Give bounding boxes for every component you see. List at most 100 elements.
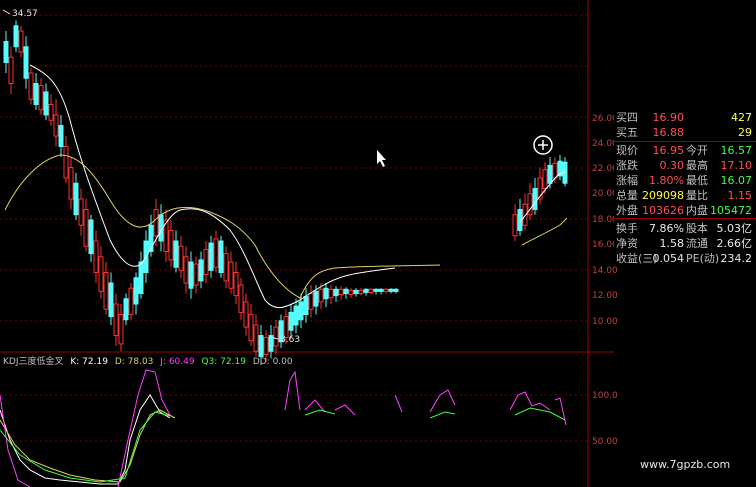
candlestick xyxy=(133,272,139,315)
quote-row: 换手 7.86% 股本 5.03亿 xyxy=(614,221,756,236)
candlestick xyxy=(8,46,14,94)
quote-label: 净资 xyxy=(616,237,638,250)
price-tick-label: 12.00 xyxy=(592,291,618,301)
quote-label: 总量 xyxy=(616,189,638,202)
kdj-j-value: J: 60.49 xyxy=(160,357,195,367)
ma-long-line-right xyxy=(521,217,568,246)
kdj-q3-value: Q3: 72.19 xyxy=(201,357,246,367)
quote-label-2: 内盘 xyxy=(686,204,708,217)
quote-value: 16.90 xyxy=(652,111,685,124)
price-grid xyxy=(0,14,588,322)
candlestick xyxy=(373,288,379,295)
quote-label: 涨幅 xyxy=(616,174,638,187)
candlestick xyxy=(273,319,279,355)
candlestick xyxy=(383,288,389,294)
candlestick xyxy=(253,314,259,357)
candlestick xyxy=(98,246,104,299)
candlestick xyxy=(3,31,9,73)
candlestick xyxy=(213,230,219,273)
quote-divider xyxy=(614,218,756,219)
candlestick xyxy=(53,99,59,147)
quote-row: 收益(三) 0.054 PE(动) 234.2 xyxy=(614,251,756,266)
kdj-d-line xyxy=(0,409,176,483)
quote-row: 买五 16.88 29 xyxy=(614,125,756,140)
price-tick-label: 14.00 xyxy=(592,266,618,276)
candlestick xyxy=(23,36,29,89)
quote-label: 买五 xyxy=(616,126,638,139)
candlestick xyxy=(363,288,369,296)
candlestick xyxy=(562,157,568,187)
kdj-indicator-label: KDJ三度低金叉 K: 72.19 D: 78.03 J: 60.49 Q3: … xyxy=(3,354,297,367)
candlestick xyxy=(243,293,249,336)
quote-row: 现价 16.95 今开 16.57 xyxy=(614,143,756,158)
candlestick xyxy=(193,256,199,294)
quote-row: 买四 16.90 427 xyxy=(614,110,756,125)
candlestick xyxy=(348,288,354,298)
candlestick xyxy=(28,67,34,105)
candlestick xyxy=(522,193,528,231)
candlestick xyxy=(532,178,538,215)
quote-label: 收益(三) xyxy=(616,252,658,265)
quote-value: 16.88 xyxy=(652,126,685,139)
candlestick xyxy=(103,262,109,315)
quote-value-2: 105472 xyxy=(710,204,752,217)
kdj-dd-value: DD: 0.00 xyxy=(252,357,293,367)
quote-label-2: PE(动) xyxy=(686,252,720,265)
candlestick xyxy=(378,288,384,295)
candlestick xyxy=(88,214,94,262)
quote-value-2: 17.10 xyxy=(720,159,753,172)
quote-label: 买四 xyxy=(616,111,638,124)
candlestick xyxy=(288,304,294,338)
candlestick xyxy=(33,73,39,110)
price-tick-label: 10.00 xyxy=(592,317,618,327)
candlestick xyxy=(38,78,44,115)
mouse-pointer-icon xyxy=(377,150,386,167)
quote-value-2: 427 xyxy=(731,111,752,124)
quote-value: 0.30 xyxy=(659,159,685,172)
candlestick xyxy=(328,285,334,304)
candlestick xyxy=(173,230,179,273)
candlestick xyxy=(223,246,229,289)
watermark: www.7gpzb.com xyxy=(640,458,731,471)
candlestick xyxy=(208,235,214,278)
quote-label-2: 股本 xyxy=(686,222,708,235)
quote-value: 1.58 xyxy=(659,237,685,250)
quote-value-2: 5.03亿 xyxy=(716,222,753,235)
candlestick xyxy=(63,136,69,184)
candlestick xyxy=(163,209,169,262)
quote-value: 209098 xyxy=(642,189,684,202)
quote-label: 换手 xyxy=(616,222,638,235)
quote-value: 1.80% xyxy=(649,174,684,187)
candlestick xyxy=(128,283,134,320)
quote-label: 现价 xyxy=(616,144,638,157)
candlestick xyxy=(108,272,114,325)
candlestick xyxy=(238,277,244,320)
kdj-title: KDJ三度低金叉 xyxy=(3,357,64,367)
kdj-k-line xyxy=(0,394,171,485)
candlestick xyxy=(517,199,523,236)
candlestick xyxy=(73,172,79,220)
candlestick xyxy=(83,199,89,252)
quote-row: 外盘 103626 内盘 105472 xyxy=(614,203,756,218)
candlestick xyxy=(527,183,533,220)
candlestick xyxy=(338,286,344,300)
quote-value: 16.95 xyxy=(652,144,685,157)
candles xyxy=(3,20,568,365)
quote-value-2: 2.66亿 xyxy=(716,237,753,250)
quote-row: 总量 209098 量比 1.15 xyxy=(614,188,756,203)
candlestick xyxy=(68,157,74,210)
candlestick xyxy=(93,230,99,283)
kdj-d-value: D: 78.03 xyxy=(114,357,154,367)
candlestick xyxy=(368,288,374,295)
crosshair-cursor-icon xyxy=(533,135,553,155)
candlestick xyxy=(393,288,399,294)
quote-value: 7.86% xyxy=(649,222,684,235)
candlestick xyxy=(358,288,364,296)
ma-short-line xyxy=(29,64,396,308)
quote-row: 净资 1.58 流通 2.66亿 xyxy=(614,236,756,251)
kdj-k-value: K: 72.19 xyxy=(70,357,108,367)
quote-value-2: 16.07 xyxy=(720,174,753,187)
kdj-tick-50: 50.00 xyxy=(592,437,618,447)
quote-value: 103626 xyxy=(642,204,684,217)
quote-row: 涨跌 0.30 最高 17.10 xyxy=(614,158,756,173)
